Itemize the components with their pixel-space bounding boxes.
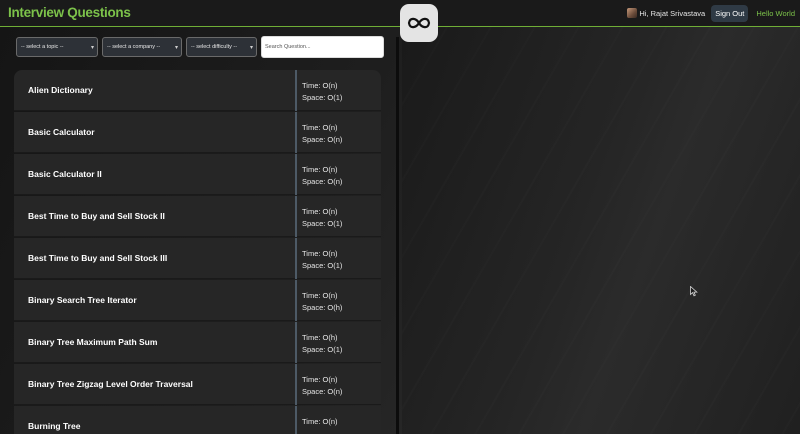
hello-world-link[interactable]: Hello World	[756, 9, 795, 18]
row-divider	[295, 196, 297, 237]
question-row[interactable]: Basic Calculator Time: O(n) Space: O(n)	[14, 112, 381, 153]
avatar	[627, 8, 638, 18]
row-divider	[295, 112, 297, 153]
complexity-info: Time: O(n) Space: O(n)	[302, 374, 342, 397]
time-complexity: Time: O(n)	[302, 291, 338, 300]
question-name: Best Time to Buy and Sell Stock III	[28, 253, 168, 263]
time-complexity: Time: O(h)	[302, 333, 338, 342]
user-greeting: Hi, Rajat Srivastava	[639, 8, 706, 18]
sign-out-button[interactable]: Sign Out	[711, 4, 749, 22]
complexity-info: Time: O(n) Space: O(1)	[302, 206, 342, 229]
question-name: Binary Search Tree Iterator	[28, 295, 137, 305]
row-divider	[295, 280, 297, 321]
question-row[interactable]: Binary Search Tree Iterator Time: O(n) Spa…	[14, 280, 381, 321]
space-complexity: Space: O(n)	[302, 176, 343, 186]
question-name: Best Time to Buy and Sell Stock II	[28, 211, 165, 221]
question-row[interactable]: Burning Tree Time: O(n)	[14, 406, 381, 434]
question-name: Burning Tree	[28, 421, 81, 431]
question-name: Alien Dictionary	[28, 85, 93, 95]
mouse-cursor-icon	[690, 286, 698, 297]
question-row[interactable]: Best Time to Buy and Sell Stock II Time: …	[14, 196, 381, 237]
chevron-down-icon: ▾	[249, 45, 253, 51]
row-divider	[295, 322, 297, 363]
question-name: Binary Tree Maximum Path Sum	[28, 337, 158, 347]
difficulty-select-value: -- select difficulty --	[191, 44, 238, 50]
chevron-down-icon: ▾	[174, 45, 178, 51]
space-complexity: Space: O(h)	[302, 302, 343, 312]
question-row[interactable]: Alien Dictionary Time: O(n) Space: O(1)	[14, 70, 381, 111]
filter-bar: -- select a topic -- ▾ -- select a compa…	[16, 36, 384, 58]
scrollbar[interactable]	[396, 37, 399, 434]
user-area: Hi, Rajat Srivastava Sign Out Hello Worl…	[627, 0, 800, 26]
chevron-down-icon: ▾	[90, 45, 94, 51]
space-complexity: Space: O(n)	[302, 134, 343, 144]
complexity-info: Time: O(n) Space: O(1)	[302, 248, 342, 271]
page-title: Interview Questions	[8, 5, 131, 20]
time-complexity: Time: O(n)	[302, 417, 338, 426]
row-divider	[295, 364, 297, 405]
time-complexity: Time: O(n)	[302, 375, 338, 384]
question-row[interactable]: Best Time to Buy and Sell Stock III Time:…	[14, 238, 381, 279]
time-complexity: Time: O(n)	[302, 81, 338, 90]
complexity-info: Time: O(n) Space: O(h)	[302, 290, 342, 313]
time-complexity: Time: O(n)	[302, 249, 338, 258]
company-select-value: -- select a company --	[107, 44, 161, 50]
question-row[interactable]: Binary Tree Maximum Path Sum Time: O(h) Sp…	[14, 322, 381, 363]
time-complexity: Time: O(n)	[302, 123, 338, 132]
search-input[interactable]	[261, 36, 384, 58]
row-divider	[295, 154, 297, 195]
row-divider	[295, 406, 297, 434]
question-row[interactable]: Binary Tree Zigzag Level Order Traversal…	[14, 364, 381, 405]
topic-select-value: -- select a topic --	[21, 44, 64, 50]
time-complexity: Time: O(n)	[302, 165, 338, 174]
time-complexity: Time: O(n)	[302, 207, 338, 216]
detail-panel	[402, 27, 800, 434]
question-row[interactable]: Basic Calculator II Time: O(n) Space: O(n)	[14, 154, 381, 195]
space-complexity: Space: O(1)	[302, 92, 343, 102]
space-complexity: Space: O(n)	[302, 386, 343, 396]
topic-select[interactable]: -- select a topic -- ▾	[16, 37, 98, 57]
question-name: Basic Calculator II	[28, 169, 102, 179]
question-name: Basic Calculator	[28, 127, 95, 137]
row-divider	[295, 238, 297, 279]
question-name: Binary Tree Zigzag Level Order Traversal	[28, 379, 193, 389]
space-complexity: Space: O(1)	[302, 218, 343, 228]
complexity-info: Time: O(h) Space: O(1)	[302, 332, 342, 355]
complexity-info: Time: O(n)	[302, 416, 338, 428]
space-complexity: Space: O(1)	[302, 344, 343, 354]
question-list: Alien Dictionary Time: O(n) Space: O(1) Bas…	[14, 70, 381, 434]
company-select[interactable]: -- select a company -- ▾	[102, 37, 182, 57]
difficulty-select[interactable]: -- select difficulty -- ▾	[186, 37, 257, 57]
space-complexity: Space: O(1)	[302, 260, 343, 270]
row-divider	[295, 70, 297, 111]
complexity-info: Time: O(n) Space: O(1)	[302, 80, 342, 103]
complexity-info: Time: O(n) Space: O(n)	[302, 164, 342, 187]
infinity-code-icon[interactable]	[400, 4, 438, 42]
complexity-info: Time: O(n) Space: O(n)	[302, 122, 342, 145]
